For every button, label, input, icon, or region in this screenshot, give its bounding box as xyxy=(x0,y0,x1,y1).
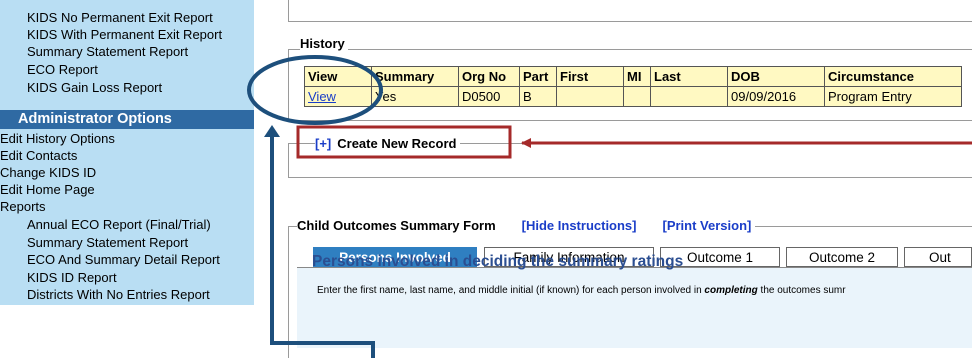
cos-legend: Child Outcomes Summary Form [Hide Instruc… xyxy=(297,218,756,233)
create-fieldset-left xyxy=(288,143,289,178)
sidebar-link-edit-history-options[interactable]: Edit History Options xyxy=(0,131,115,146)
history-header-row: View Summary Org No Part First MI Last D… xyxy=(304,66,962,87)
cell-last xyxy=(650,86,728,107)
instructions-part-b: the outcomes sumr xyxy=(757,285,846,296)
sidebar-link-reports[interactable]: Reports xyxy=(0,199,46,214)
cell-org-no: D0500 xyxy=(458,86,520,107)
sidebar: KIDS No Permanent Exit Report KIDS With … xyxy=(0,0,254,305)
cell-first xyxy=(556,86,624,107)
cell-dob: 09/09/2016 xyxy=(727,86,825,107)
col-dob: DOB xyxy=(727,66,825,87)
cell-part: B xyxy=(519,86,557,107)
col-first: First xyxy=(556,66,624,87)
instructions-part-a: Enter the first name, last name, and mid… xyxy=(317,285,705,296)
cell-mi xyxy=(623,86,651,107)
sidebar-link-kids-with-permanent-exit-report[interactable]: KIDS With Permanent Exit Report xyxy=(27,27,222,42)
cell-circumstance: Program Entry xyxy=(824,86,962,107)
tab-panel xyxy=(297,267,972,348)
cell-view: View xyxy=(304,86,372,107)
col-mi: MI xyxy=(623,66,651,87)
col-summary: Summary xyxy=(371,66,459,87)
cos-title: Child Outcomes Summary Form xyxy=(297,218,496,233)
col-last: Last xyxy=(650,66,728,87)
history-fieldset-top xyxy=(288,49,972,50)
sidebar-link-eco-report[interactable]: ECO Report xyxy=(27,62,98,77)
view-link[interactable]: View xyxy=(308,89,336,104)
cell-summary: Yes xyxy=(371,86,459,107)
instructions-emphasis: completing xyxy=(704,285,758,296)
section-heading: Persons involved in deciding the summary… xyxy=(312,253,684,270)
sidebar-link-kids-gain-loss-report[interactable]: KIDS Gain Loss Report xyxy=(27,80,162,95)
col-circumstance: Circumstance xyxy=(824,66,962,87)
sidebar-link-districts-no-entries-report[interactable]: Districts With No Entries Report xyxy=(27,287,210,302)
col-org-no: Org No xyxy=(458,66,520,87)
col-view: View xyxy=(304,66,372,87)
sidebar-link-annual-eco-report[interactable]: Annual ECO Report (Final/Trial) xyxy=(27,217,211,232)
tab-outcome-3[interactable]: Out xyxy=(904,247,972,267)
col-part: Part xyxy=(519,66,557,87)
history-legend: History xyxy=(300,36,348,51)
sidebar-link-summary-statement-report-2[interactable]: Summary Statement Report xyxy=(27,235,188,250)
sidebar-link-kids-id-report[interactable]: KIDS ID Report xyxy=(27,270,117,285)
sidebar-link-edit-home-page[interactable]: Edit Home Page xyxy=(0,182,95,197)
create-fieldset-bottom xyxy=(288,177,972,178)
print-version-link[interactable]: [Print Version] xyxy=(663,218,752,233)
instructions-text: Enter the first name, last name, and mid… xyxy=(317,285,846,297)
history-fieldset-left xyxy=(288,49,289,121)
create-new-record-label: Create New Record xyxy=(337,136,457,151)
sidebar-link-kids-no-permanent-exit-report[interactable]: KIDS No Permanent Exit Report xyxy=(27,10,213,25)
navy-arrow-head xyxy=(264,125,280,137)
admin-options-header: Administrator Options xyxy=(0,110,254,129)
history-table: View Summary Org No Part First MI Last D… xyxy=(304,66,962,107)
table-row: View Yes D0500 B 09/09/2016 Program Entr… xyxy=(304,86,962,107)
sidebar-link-eco-summary-detail-report[interactable]: ECO And Summary Detail Report xyxy=(27,252,220,267)
tab-outcome-2[interactable]: Outcome 2 xyxy=(786,247,898,267)
create-new-record-toggle[interactable]: [+] Create New Record xyxy=(315,136,461,151)
sidebar-link-change-kids-id[interactable]: Change KIDS ID xyxy=(0,165,96,180)
expand-plus[interactable]: [+] xyxy=(315,136,331,151)
sidebar-link-summary-statement-report[interactable]: Summary Statement Report xyxy=(27,44,188,59)
top-fieldset-bottom xyxy=(288,21,972,22)
sidebar-link-edit-contacts[interactable]: Edit Contacts xyxy=(0,148,77,163)
top-fieldset-border xyxy=(288,0,289,22)
cos-fieldset-left xyxy=(288,226,289,358)
hide-instructions-link[interactable]: [Hide Instructions] xyxy=(522,218,637,233)
history-fieldset-bottom xyxy=(288,120,972,121)
